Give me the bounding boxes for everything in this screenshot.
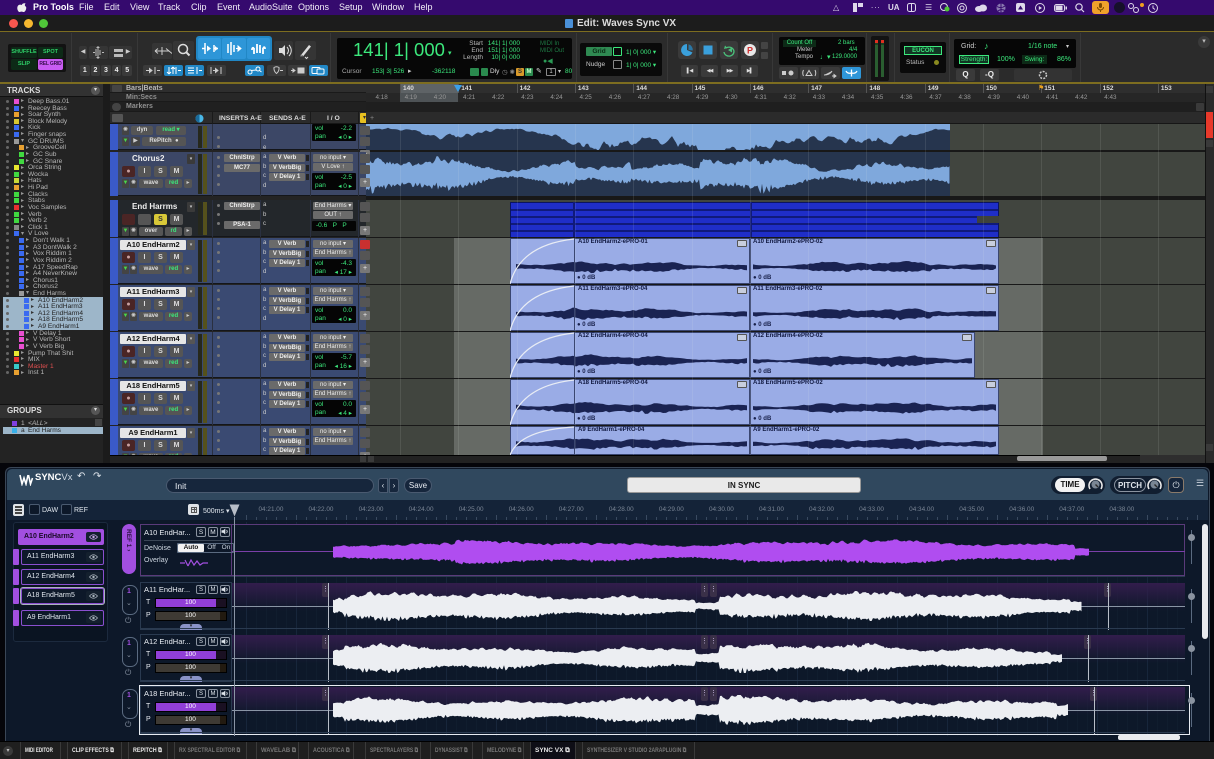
svg-text:P: P bbox=[747, 46, 753, 56]
